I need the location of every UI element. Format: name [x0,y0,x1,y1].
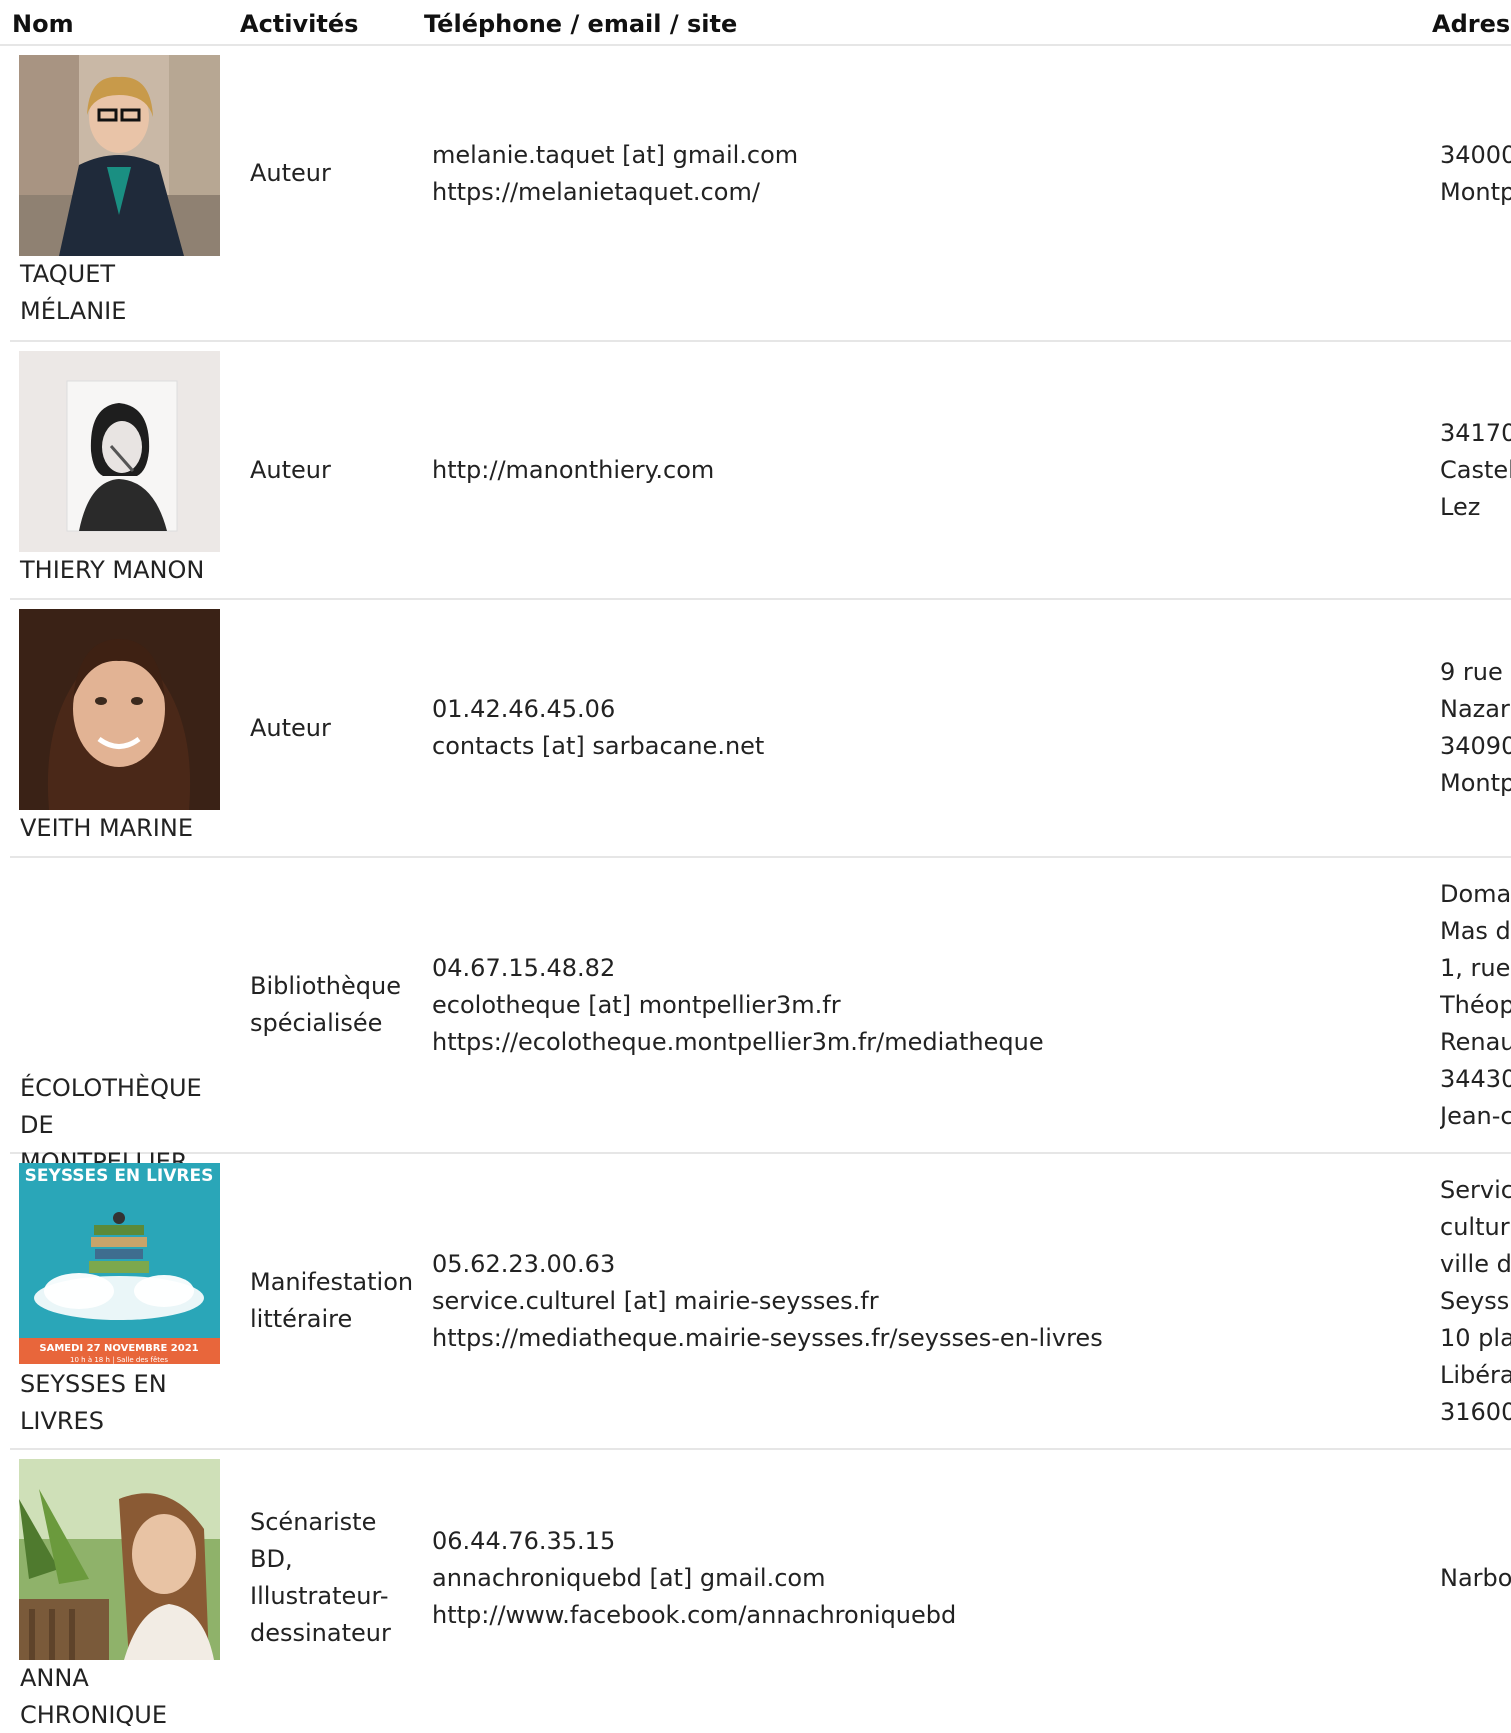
header-contact[interactable]: Téléphone / email / site [424,10,737,38]
entry-contact: http://manonthiery.com [432,342,1392,598]
entry-address: 34170 Castel Lez [1440,418,1511,521]
phone-number[interactable]: 05.62.23.00.63 [432,1246,1392,1283]
entry-address: Doma Mas d 1, rue Théop Renau 34430 Jean… [1440,879,1511,1130]
entry-address: 34000 Montp [1440,140,1511,206]
avatar[interactable] [19,351,220,552]
avatar[interactable] [19,55,220,256]
poster-title: SEYSSES EN LIVRES [25,1166,214,1186]
entry-address: 9 rue Nazar 34090 Montp [1440,658,1511,797]
entry-address: Narbo [1440,1563,1511,1592]
table-row: VEITH MARINE Auteur 01.42.46.45.06 conta… [10,600,1511,858]
poster-date: SAMEDI 27 NOVEMBRE 2021 [39,1343,198,1354]
avatar[interactable] [19,609,220,810]
email-link[interactable]: melanie.taquet [at] gmail.com [432,137,1392,174]
table-header: Nom Activités Téléphone / email / site A… [0,0,1511,46]
table-row: ÉCOLOTHÈQUE DE MONTPELLIER Bibliothèque … [10,858,1511,1176]
entry-activities: Manifestation littéraire [250,1268,414,1333]
entry-contact: melanie.taquet [at] gmail.com https://me… [432,46,1392,301]
phone-number[interactable]: 04.67.15.48.82 [432,950,1392,987]
entry-name[interactable]: THIERY MANON [20,552,225,589]
table-row: TAQUET MÉLANIE Auteur melanie.taquet [at… [10,46,1511,342]
website-link[interactable]: https://mediatheque.mairie-seysses.fr/se… [432,1320,1392,1357]
email-link[interactable]: contacts [at] sarbacane.net [432,728,1392,765]
directory-page: Nom Activités Téléphone / email / site A… [0,0,1511,1733]
phone-number[interactable]: 01.42.46.45.06 [432,691,1392,728]
entry-activities: Auteur [250,455,331,484]
entry-activities: Auteur [250,159,331,187]
email-link[interactable]: ecolotheque [at] montpellier3m.fr [432,987,1392,1024]
website-link[interactable]: http://manonthiery.com [432,452,1392,489]
entry-contact: 01.42.46.45.06 contacts [at] sarbacane.n… [432,600,1392,856]
phone-number[interactable]: 06.44.76.35.15 [432,1523,1392,1560]
entry-name[interactable]: ANNA CHRONIQUE [20,1660,225,1733]
header-name[interactable]: Nom [12,10,74,38]
event-poster[interactable]: SEYSSES EN LIVRES SAMEDI 27 NOVEMBRE 202… [19,1163,220,1364]
entry-activities: Bibliothèque spécialisée [250,972,401,1037]
entry-name[interactable]: VEITH MARINE [20,810,225,847]
table-row: SEYSSES EN LIVRES SAMEDI 27 NOVEMBRE 202… [10,1154,1511,1450]
header-address[interactable]: Adres [1432,10,1510,38]
email-link[interactable]: annachroniquebd [at] gmail.com [432,1560,1392,1597]
avatar[interactable] [19,1459,220,1660]
entry-contact: 06.44.76.35.15 annachroniquebd [at] gmai… [432,1450,1392,1706]
entry-contact: 04.67.15.48.82 ecolotheque [at] montpell… [432,858,1392,1152]
entry-name[interactable]: SEYSSES EN LIVRES [20,1366,225,1440]
website-link[interactable]: http://www.facebook.com/annachroniquebd [432,1597,1392,1634]
header-activities[interactable]: Activités [240,10,358,38]
table-row: THIERY MANON Auteur http://manonthiery.c… [10,342,1511,600]
entry-address: Servic cultur ville d Seyss 10 pla Libér… [1440,1175,1511,1426]
entry-activities: Auteur [250,713,331,742]
website-link[interactable]: https://melanietaquet.com/ [432,174,1392,211]
entry-name[interactable]: TAQUET MÉLANIE [20,256,225,330]
entry-contact: 05.62.23.00.63 service.culturel [at] mai… [432,1154,1392,1448]
table-row: ANNA CHRONIQUE Scénariste BD, Illustrate… [10,1450,1511,1733]
poster-subtitle: 10 h à 18 h | Salle des fêtes [70,1356,168,1364]
entry-activities: Scénariste BD, Illustrateur- dessinateur [250,1508,391,1647]
website-link[interactable]: https://ecolotheque.montpellier3m.fr/med… [432,1024,1392,1061]
email-link[interactable]: service.culturel [at] mairie-seysses.fr [432,1283,1392,1320]
